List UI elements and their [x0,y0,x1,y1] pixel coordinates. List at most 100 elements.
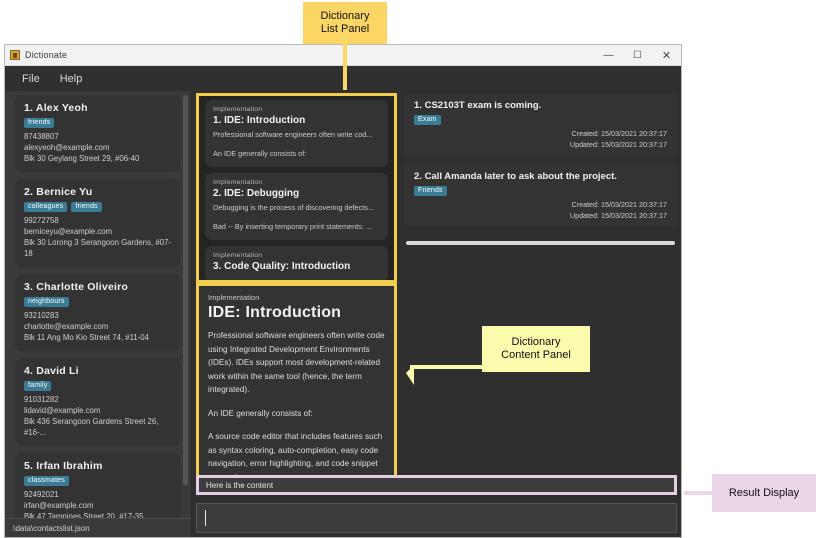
tag-badge: family [24,381,52,391]
tag-row: family [24,381,172,391]
callout-leader-line [343,44,347,90]
close-button[interactable]: ✕ [652,45,681,65]
contact-phone: 92492021 [24,490,59,499]
window-controls: — ☐ ✕ [594,45,681,65]
dictionary-title: 1. IDE: Introduction [213,115,380,126]
callout-line-1: Dictionary [511,336,561,348]
task-index: 1. [414,100,422,111]
dictionary-title: 3. Code Quality: Introduction [213,261,380,272]
dictionary-snippet: Bad -- By inserting temporary print stat… [213,222,372,231]
list-item[interactable]: 2. Call Amanda later to ask about the pr… [404,164,677,227]
tag-badge: Exam [414,115,441,125]
dictionary-snippet: An IDE generally consists of: [213,149,307,158]
callout-leader-line [684,491,714,495]
minimize-button[interactable]: — [594,45,623,65]
content-category: Implementation [208,293,260,302]
list-item[interactable]: Implementation 1. IDE: Introduction Prof… [205,100,388,167]
contact-email: lidavid@example.com [24,406,101,415]
dictionary-category: Implementation [213,179,263,186]
tag-row: neighbours [24,297,172,307]
list-item[interactable]: 3. Charlotte Oliveiro neighbours 9321028… [15,274,181,351]
dictionary-snippet: Debugging is the process of discovering … [213,203,375,212]
task-title: 1. CS2103T exam is coming. [414,100,667,111]
list-item[interactable]: 4. David Li family 91031282 lidavid@exam… [15,358,181,446]
dictionary-snippet: Professional software engineers often wr… [213,130,373,139]
contact-address: Blk 436 Serangoon Gardens Street 26, #16… [24,417,159,437]
task-title: 2. Call Amanda later to ask about the pr… [414,171,667,182]
text-caret [205,510,206,526]
content-title: IDE: Introduction [208,304,342,321]
list-item[interactable]: 1. Alex Yeoh friends 87438807 alexyeoh@e… [15,95,181,172]
contact-address: Blk 11 Ang Mo Kio Street 74, #11-04 [24,333,149,342]
contact-name-text: David Li [36,365,79,377]
list-item[interactable]: 5. Irfan Ibrahim classmates 92492021 irf… [15,453,181,519]
menu-item-file[interactable]: File [13,70,49,88]
tasks-scrollbar[interactable] [406,241,675,245]
contact-email: alexyeoh@example.com [24,143,110,152]
window-title: Dictionate [25,50,68,60]
contact-phone: 93210283 [24,311,59,320]
callout-line-1: Result Display [728,486,800,499]
tag-row: Friends [414,186,667,196]
contact-phone: 91031282 [24,395,59,404]
callout-line-2: List Panel [320,23,370,35]
result-display: Here is the content [196,475,677,495]
window-body: 1. Alex Yeoh friends 87438807 alexyeoh@e… [5,91,681,537]
tag-badge: friends [71,202,102,212]
dictionary-title-text: IDE: Introduction [224,115,306,126]
content-paragraph: An IDE generally consists of: [208,408,313,418]
tag-badge: Friends [414,186,447,196]
dictionary-category: Implementation [213,252,263,259]
contact-name-text: Bernice Yu [36,186,93,198]
contact-name: 3. Charlotte Oliveiro [24,281,172,293]
contact-index: 3. [24,281,34,293]
contact-name: 2. Bernice Yu [24,186,172,198]
tag-row: colleagues friends [24,202,172,212]
contact-index: 1. [24,102,34,114]
list-item[interactable]: 1. CS2103T exam is coming. Exam Created:… [404,93,677,156]
command-input[interactable] [196,503,677,533]
dictionary-list-panel[interactable]: Implementation 1. IDE: Introduction Prof… [196,93,397,283]
contact-name-text: Irfan Ibrahim [36,460,103,472]
contact-name-text: Alex Yeoh [35,102,88,114]
contact-name: 5. Irfan Ibrahim [24,460,172,472]
callout-line-2: Content Panel [501,349,571,361]
maximize-button[interactable]: ☐ [623,45,652,65]
list-item[interactable]: Implementation 2. IDE: Debugging Debuggi… [205,173,388,240]
contact-index: 5. [24,460,34,472]
tag-row: classmates [24,476,172,486]
tag-badge: classmates [24,476,70,486]
contact-address: Blk 30 Lorong 3 Serangoon Gardens, #07-1… [24,238,171,258]
callout-result-display: Result Display [712,474,816,512]
dictionary-title-text: Code Quality: Introduction [224,261,351,272]
dictionary-index: 3. [213,261,222,272]
list-item[interactable]: Implementation 3. Code Quality: Introduc… [205,246,388,280]
contact-email: berniceyu@example.com [24,227,113,236]
menu-item-help[interactable]: Help [51,70,92,88]
application-window: Dictionate — ☐ ✕ File Help 1. Alex Yeoh … [4,44,682,538]
tag-row: Exam [414,115,667,125]
contact-index: 4. [24,365,34,377]
contact-name: 4. David Li [24,365,172,377]
dictionary-index: 2. [213,188,222,199]
tag-badge: friends [24,118,55,128]
contacts-scrollbar[interactable] [183,95,188,485]
dictionary-title: 2. IDE: Debugging [213,188,380,199]
dictionary-content-panel[interactable]: Implementation IDE: Introduction Profess… [196,283,397,479]
task-title-text: CS2103T exam is coming. [424,100,542,111]
list-item[interactable]: 2. Bernice Yu colleagues friends 9927275… [15,179,181,267]
tasks-panel[interactable]: 1. CS2103T exam is coming. Exam Created:… [404,93,677,239]
content-paragraph: A source code editor that includes featu… [208,432,383,476]
contacts-panel: 1. Alex Yeoh friends 87438807 alexyeoh@e… [5,91,192,537]
task-index: 2. [414,171,422,182]
task-created: Created: 15/03/2021 20:37:17 [571,129,667,138]
contacts-list[interactable]: 1. Alex Yeoh friends 87438807 alexyeoh@e… [5,91,191,519]
task-title-text: Call Amanda later to ask about the proje… [424,171,617,182]
task-updated: Updated: 15/03/2021 20:37:17 [569,211,667,220]
contact-name-text: Charlotte Oliveiro [36,281,128,293]
contact-phone: 87438807 [24,132,59,141]
content-paragraph: Professional software engineers often wr… [208,331,385,394]
tag-row: friends [24,118,172,128]
contact-phone: 99272758 [24,216,59,225]
callout-line-1: Dictionary [320,10,370,22]
